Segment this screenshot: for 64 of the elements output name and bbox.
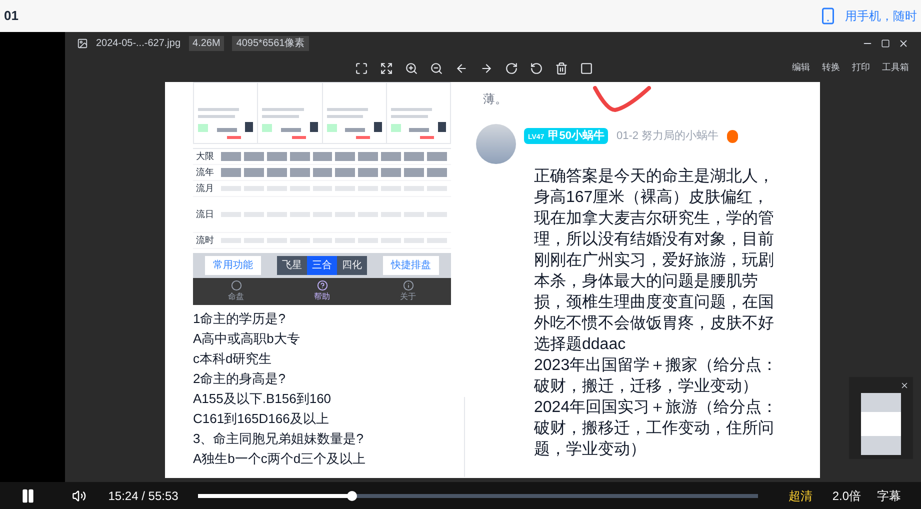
file-size: 4.26M bbox=[188, 36, 224, 50]
time-display: 15:24 / 55:53 bbox=[108, 488, 178, 504]
page-title: 01 bbox=[4, 7, 18, 26]
fit-icon[interactable] bbox=[355, 62, 368, 74]
nav-item[interactable]: 帮助 bbox=[314, 280, 330, 303]
file-name: 2024-05-...-627.jpg bbox=[96, 36, 181, 50]
question-line: A155及以下.B156到160 bbox=[193, 390, 332, 408]
comment-meta: 01-2 努力局的小蜗牛 bbox=[616, 128, 719, 144]
comment-paragraph: 选择题ddaac bbox=[534, 334, 627, 355]
partial-text: 薄。 bbox=[483, 91, 507, 108]
mobile-link[interactable]: 用手机，随时 bbox=[845, 7, 917, 25]
mode-tab[interactable]: 三合 bbox=[307, 256, 337, 275]
avatar bbox=[476, 124, 516, 164]
mode-tab[interactable]: 四化 bbox=[337, 256, 367, 275]
fullscreen-icon[interactable] bbox=[380, 62, 393, 74]
checkmark-drawing bbox=[593, 86, 651, 112]
trash-icon[interactable] bbox=[555, 62, 568, 74]
tool-button[interactable]: 工具箱 bbox=[882, 61, 909, 75]
row-label: 流年 bbox=[195, 166, 215, 179]
progress-track[interactable] bbox=[198, 494, 758, 498]
function-button[interactable]: 常用功能 bbox=[205, 256, 261, 275]
quick-chart-button[interactable]: 快捷排盘 bbox=[383, 256, 439, 275]
tool-button[interactable]: 转换 bbox=[822, 61, 840, 75]
question-line: 1命主的学历是? bbox=[193, 310, 286, 328]
nav-item[interactable]: 命盘 bbox=[228, 280, 244, 303]
nav-icon bbox=[402, 280, 414, 291]
nav-icon bbox=[316, 280, 328, 291]
zoom-out-icon[interactable] bbox=[430, 62, 443, 74]
square-icon[interactable] bbox=[580, 62, 593, 74]
comment-paragraph: 正确答案是今天的命主是湖北人，身高167厘米（裸高）皮肤偏红，现在加拿大麦吉尔研究生，学的管理，所以没有结婚没有对象，目前刚刚在广州实习，爱好旅游，玩剧本杀，身体最大的问题是腰肌劳损，颈椎生理曲度变直问题，在国外吃不惯不会做饭胃疼，皮肤不好 bbox=[534, 166, 775, 334]
mode-tab[interactable]: 飞星 bbox=[277, 256, 307, 275]
row-label: 流月 bbox=[195, 182, 215, 195]
subtitles-button[interactable]: 字幕 bbox=[877, 486, 901, 504]
maximize-icon[interactable] bbox=[881, 38, 890, 48]
progress-thumb[interactable] bbox=[347, 490, 358, 500]
image-dimensions: 4095*6561像素 bbox=[232, 36, 309, 50]
zoom-in-icon[interactable] bbox=[405, 62, 418, 74]
question-line: 2命主的身高是? bbox=[193, 370, 286, 388]
comment-paragraph: 2023年出国留学＋搬家（给分点：破财，搬迁，迁移，学业变动） bbox=[534, 356, 779, 397]
arrow-left-icon[interactable] bbox=[455, 62, 468, 74]
nav-icon bbox=[230, 280, 242, 291]
tool-button[interactable]: 打印 bbox=[852, 61, 870, 75]
row-label: 大限 bbox=[195, 150, 215, 163]
phone-icon bbox=[819, 7, 837, 25]
thumbnail-image bbox=[861, 393, 901, 455]
comment-paragraph: 2024年回国实习＋旅游（给分点：破财，搬移迁，工作变动，住所问题，学业变动） bbox=[534, 398, 779, 460]
app-logo-icon bbox=[77, 38, 88, 48]
row-label: 流日 bbox=[195, 208, 215, 221]
nav-item[interactable]: 关于 bbox=[400, 280, 416, 303]
pause-button[interactable] bbox=[20, 488, 36, 504]
rotate-left-icon[interactable] bbox=[530, 62, 543, 74]
tool-button[interactable]: 编辑 bbox=[792, 61, 810, 75]
row-label: 流时 bbox=[195, 234, 215, 247]
close-icon[interactable] bbox=[898, 38, 909, 48]
question-line: C161到165D166及以上 bbox=[193, 410, 330, 428]
question-line: 3、命主同胞兄弟姐妹数量是? bbox=[193, 430, 364, 448]
quality-button[interactable]: 超清 bbox=[788, 486, 812, 504]
arrow-right-icon[interactable] bbox=[480, 62, 493, 74]
question-line: A独生b一个c两个d三个及以上 bbox=[193, 450, 367, 468]
question-line: c本科d研究生 bbox=[193, 350, 273, 368]
speed-button[interactable]: 2.0倍 bbox=[832, 486, 861, 504]
question-line: A高中或高职b大专 bbox=[193, 330, 301, 348]
rotate-right-icon[interactable] bbox=[505, 62, 518, 74]
close-icon[interactable] bbox=[900, 381, 909, 390]
